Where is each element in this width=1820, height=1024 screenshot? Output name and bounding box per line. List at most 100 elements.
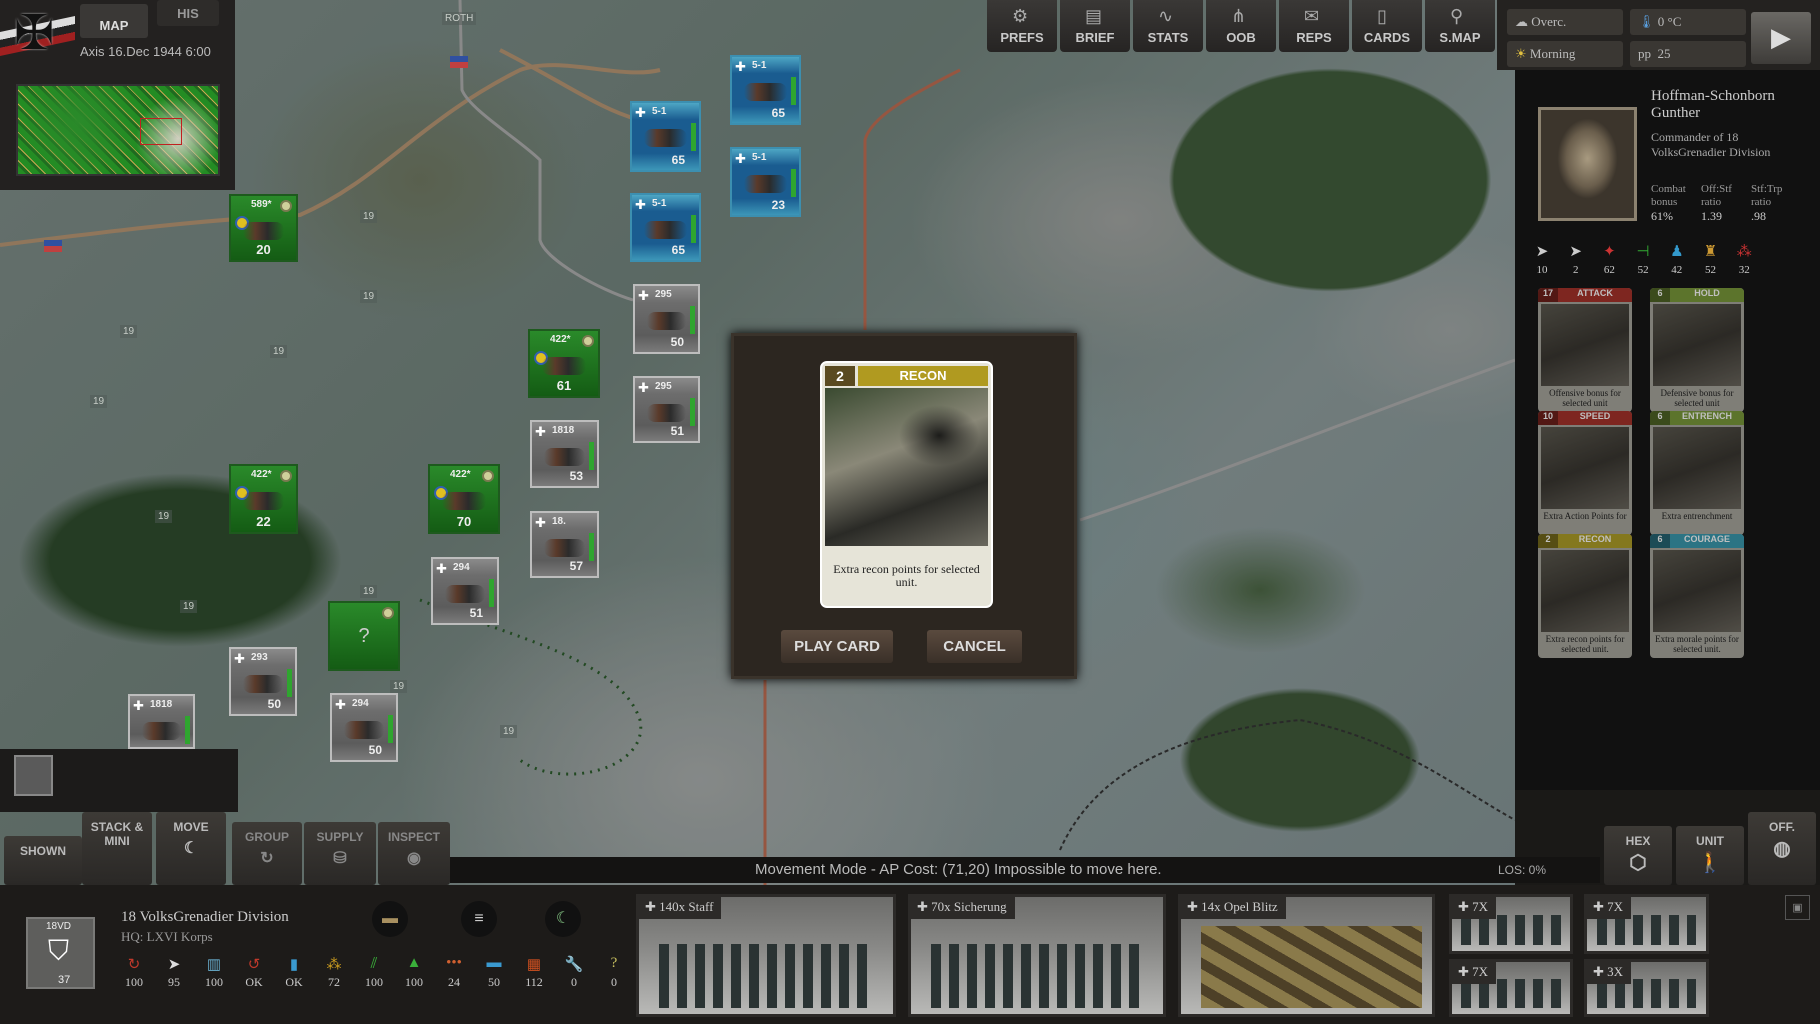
status-bar: Movement Mode - AP Cost: (71,20) Impossi…: [450, 857, 1600, 883]
mini-unit-counter[interactable]: [14, 755, 53, 796]
hand-card-speed[interactable]: 10 SPEED Extra Action Points for: [1538, 411, 1632, 535]
sun-icon: ☀: [1515, 46, 1530, 61]
card-title: HOLD: [1694, 288, 1720, 298]
card-cost: 6: [1650, 288, 1670, 302]
card-description: Extra Action Points for: [1543, 511, 1627, 521]
subunit-count: 70x Sicherung: [931, 899, 1007, 914]
subunit-card[interactable]: ✚ 3X: [1584, 959, 1709, 1017]
stat-label: Stf:Trp ratio: [1751, 183, 1783, 208]
subunit-card[interactable]: ✚ 7X: [1449, 959, 1573, 1017]
subunit-label: ✚ 3X: [1587, 962, 1632, 984]
iron-cross-icon: ✚: [1458, 899, 1473, 914]
cloud-icon: ☁: [1515, 14, 1532, 29]
mode-move-button[interactable]: MOVE ☾: [156, 812, 226, 885]
mode-supply-button[interactable]: SUPPLY ⛁: [304, 822, 376, 885]
cancel-button[interactable]: CANCEL: [927, 630, 1022, 663]
toolbar-smap-button[interactable]: ⚲ S.MAP: [1425, 0, 1495, 52]
unit-counter[interactable]: ✚ 295 50: [633, 284, 700, 354]
view-hex-button[interactable]: HEX ⬡: [1604, 826, 1672, 885]
hand-card-entrench[interactable]: 6 ENTRENCH Extra entrenchment: [1650, 411, 1744, 535]
unit-stat: ↻ 100: [116, 955, 152, 990]
unit-counter[interactable]: 422* 22: [229, 464, 298, 534]
card-description: Extra entrenchment: [1661, 511, 1733, 521]
mode-group-button[interactable]: GROUP ↻: [232, 822, 302, 885]
hand-card-courage[interactable]: 6 COURAGE Extra morale points for selected…: [1650, 534, 1744, 658]
hand-card-attack[interactable]: 17 ATTACK Offensive bonus for selected uni…: [1538, 288, 1632, 412]
unit-counter[interactable]: ✚ 5-1 65: [630, 101, 701, 172]
iron-cross-icon: ✚: [335, 697, 346, 712]
unit-counter[interactable]: ✚ 5-1 65: [730, 55, 801, 125]
subunit-card[interactable]: ✚ 140x Staff: [636, 894, 896, 1017]
unit-counter[interactable]: ?: [328, 601, 400, 671]
stat-value: 100: [125, 975, 143, 989]
stack-mini-panel: [0, 749, 238, 812]
unit-counter[interactable]: ✚ 294 50: [330, 693, 398, 762]
soldier-icon: [644, 129, 687, 147]
weather-temperature: 🌡 0 °C: [1630, 9, 1746, 35]
unit-counter[interactable]: 422* 70: [428, 464, 500, 534]
unit-label: 422*: [251, 469, 272, 480]
unit-counter[interactable]: 589* 20: [229, 194, 298, 262]
unit-strength: 65: [771, 106, 785, 120]
card-title: COURAGE: [1683, 534, 1730, 544]
turn-date: Axis 16.Dec 1944 6:00: [80, 44, 211, 59]
minimap[interactable]: [16, 84, 220, 176]
selected-unit-counter[interactable]: 18VD ⛉ 37: [26, 917, 95, 989]
iron-cross-logo: ✠: [0, 6, 75, 66]
iron-cross-icon: ✚: [535, 515, 546, 530]
strength-bar: [690, 398, 695, 426]
unit-counter[interactable]: ✚ 1818 53: [530, 420, 599, 488]
mode-inspect-button[interactable]: INSPECT ◉: [378, 822, 450, 885]
view-unit-button[interactable]: UNIT 🚶: [1676, 826, 1744, 885]
card-cost: 2: [1538, 534, 1558, 548]
inspect-icon: ◉: [407, 850, 421, 867]
toolbar-oob-button[interactable]: ⋔ OOB: [1206, 0, 1276, 52]
toolbar-stats-button[interactable]: ∿ STATS: [1133, 0, 1203, 52]
subunit-card[interactable]: ✚ 7X: [1449, 894, 1573, 954]
toolbar-brief-button[interactable]: ▤ BRIEF: [1060, 0, 1130, 52]
hand-card-hold[interactable]: 6 HOLD Defensive bonus for selected unit: [1650, 288, 1744, 412]
hand-card-recon[interactable]: 2 RECON Extra recon points for selected un…: [1538, 534, 1632, 658]
stat-value: OK: [285, 975, 303, 989]
toolbar-cards-button[interactable]: ▯ CARDS: [1352, 0, 1422, 52]
unit-label: 295: [655, 381, 672, 392]
toolbar-reps-button[interactable]: ✉ REPS: [1279, 0, 1349, 52]
unit-counter[interactable]: ✚ 1818: [128, 694, 195, 749]
iron-cross-icon: ✚: [1593, 964, 1608, 979]
card-title: RECON: [1578, 534, 1612, 544]
card-image: [825, 388, 988, 546]
subunit-card[interactable]: ✚ 14x Opel Blitz: [1178, 894, 1435, 1017]
tab-his[interactable]: HIS: [157, 0, 219, 26]
unit-strength: 22: [256, 514, 271, 529]
toolbar-prefs-button[interactable]: ⚙ PREFS: [987, 0, 1057, 52]
minimap-viewport[interactable]: [140, 118, 182, 145]
unit-counter[interactable]: 422* 61: [528, 329, 600, 398]
panel-toggle-button[interactable]: ▣: [1785, 895, 1810, 920]
stat-value: 1.39: [1701, 209, 1722, 223]
mode-shown-button[interactable]: SHOWN: [4, 836, 82, 885]
subunit-card[interactable]: ✚ 7X: [1584, 894, 1709, 954]
ammo-round-icon[interactable]: ▬: [372, 901, 408, 937]
medal-icon: [482, 470, 494, 482]
subunit-card[interactable]: ✚ 70x Sicherung: [908, 894, 1166, 1017]
toolbar-label: OOB: [1226, 30, 1256, 45]
tab-map[interactable]: MAP: [80, 4, 148, 38]
unit-counter[interactable]: ✚ 18. 57: [530, 511, 599, 578]
subunit-image: [1596, 915, 1697, 945]
weather-sky: ☁ Overc.: [1507, 9, 1623, 35]
unit-counter[interactable]: ✚ 293 50: [229, 647, 297, 716]
move-arc-icon[interactable]: ☾: [545, 901, 581, 937]
unit-counter[interactable]: ✚ 5-1 65: [630, 193, 701, 262]
mode-stack-mini-button[interactable]: STACK & MINI: [82, 812, 152, 885]
unit-counter[interactable]: ✚ 5-1 23: [730, 147, 801, 217]
view-off-button[interactable]: OFF. ◍: [1748, 812, 1816, 885]
play-card-button[interactable]: PLAY CARD: [781, 630, 893, 663]
recon-card[interactable]: 2 RECON Extra recon points for selected …: [820, 361, 993, 608]
play-icon: ▶: [1771, 22, 1791, 52]
soldier-icon: [442, 492, 486, 510]
end-turn-button[interactable]: ▶: [1751, 12, 1811, 64]
bullets-icon[interactable]: ≡: [461, 901, 497, 937]
unit-counter[interactable]: ✚ 295 51: [633, 376, 700, 443]
unit-counter[interactable]: ✚ 294 51: [431, 557, 499, 625]
soldier-icon: [243, 222, 284, 240]
